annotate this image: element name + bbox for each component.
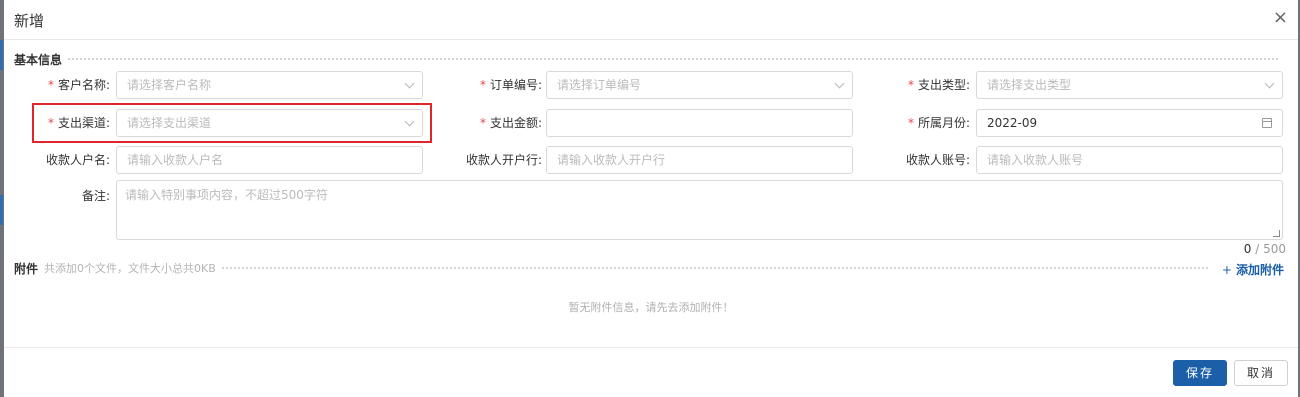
add-dialog: 新增 × 基本信息 * 客户名称: 请选择客户名称 * 订单编号: 请选择订单编号 …: [4, 0, 1298, 397]
background-edge-accent: [0, 40, 3, 70]
required-mark: *: [479, 78, 486, 92]
cancel-button[interactable]: 取消: [1234, 360, 1288, 386]
section-divider: [68, 58, 1278, 60]
payee-account-label: 收款人账号:: [905, 153, 970, 167]
chevron-down-icon: [834, 78, 845, 89]
customer-select-placeholder: 请选择客户名称: [127, 78, 212, 92]
order-label: * 订单编号:: [479, 78, 542, 92]
month-value: 2022-09: [987, 116, 1038, 130]
dialog-title: 新增: [14, 12, 45, 30]
section-title: 基本信息: [14, 52, 63, 67]
chevron-down-icon: [404, 78, 415, 89]
payee-name-input[interactable]: 请输入收款人户名: [116, 146, 423, 174]
remark-textarea[interactable]: 请输入特别事项内容，不超过500字符: [116, 180, 1283, 240]
remark-label: 备注:: [81, 189, 110, 203]
order-select[interactable]: 请选择订单编号: [546, 71, 853, 99]
amount-input[interactable]: [546, 109, 853, 137]
plus-icon: +: [1221, 263, 1232, 277]
dialog-header: 新增 ×: [4, 0, 1298, 40]
char-counter: 0 / 500: [1244, 242, 1286, 256]
add-attachment-label: 添加附件: [1235, 263, 1284, 277]
char-counter-current: 0: [1243, 242, 1252, 256]
order-select-placeholder: 请选择订单编号: [557, 78, 642, 92]
calendar-icon[interactable]: [1262, 118, 1272, 128]
required-mark: *: [907, 78, 914, 92]
required-mark: *: [479, 116, 486, 130]
payee-bank-input[interactable]: 请输入收款人开户行: [546, 146, 853, 174]
attachments-summary: 共添加0个文件，文件大小总共0KB: [44, 262, 216, 275]
payee-name-label: 收款人户名:: [45, 153, 110, 167]
char-counter-max: / 500: [1255, 242, 1286, 256]
month-label: * 所属月份:: [907, 116, 970, 130]
payee-bank-label: 收款人开户行:: [465, 153, 542, 167]
attachments-empty-text: 暂无附件信息，请先去添加附件！: [568, 301, 734, 314]
required-mark: *: [47, 78, 54, 92]
payee-account-input[interactable]: 请输入收款人账号: [976, 146, 1283, 174]
amount-label: * 支出金额:: [479, 116, 542, 130]
close-icon[interactable]: ×: [1273, 8, 1288, 28]
payee-name-placeholder: 请输入收款人户名: [127, 153, 224, 167]
highlight-box: [32, 103, 432, 143]
background-edge-accent: [0, 195, 3, 225]
month-picker[interactable]: 2022-09: [976, 109, 1283, 137]
basic-info-header: 基本信息: [14, 51, 1284, 67]
customer-label: * 客户名称:: [47, 78, 110, 92]
section-divider: [221, 267, 1208, 269]
customer-select[interactable]: 请选择客户名称: [116, 71, 423, 99]
payee-bank-placeholder: 请输入收款人开户行: [557, 153, 666, 167]
remark-placeholder: 请输入特别事项内容，不超过500字符: [125, 188, 328, 202]
dialog-footer: 保存 取消: [4, 347, 1298, 397]
chevron-down-icon: [1264, 78, 1275, 89]
add-attachment-button[interactable]: + 添加附件: [1222, 261, 1284, 278]
attachments-title: 附件: [14, 261, 39, 276]
resize-handle-icon[interactable]: [1273, 230, 1280, 237]
expense-type-select[interactable]: 请选择支出类型: [976, 71, 1283, 99]
payee-account-placeholder: 请输入收款人账号: [987, 153, 1084, 167]
attachments-header: 附件 共添加0个文件，文件大小总共0KB: [14, 260, 1214, 276]
required-mark: *: [907, 116, 914, 130]
save-button[interactable]: 保存: [1173, 360, 1227, 386]
expense-type-label: * 支出类型:: [907, 78, 970, 92]
expense-type-select-placeholder: 请选择支出类型: [987, 78, 1072, 92]
